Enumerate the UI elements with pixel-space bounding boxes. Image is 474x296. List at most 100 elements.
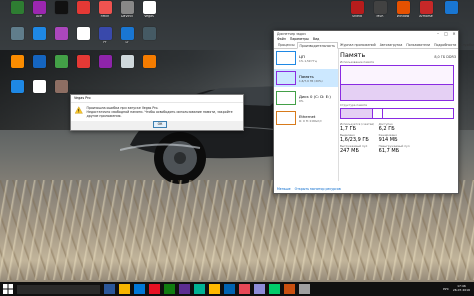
desktop-shortcut-label: Lr (125, 41, 129, 44)
tm-tab[interactable]: Службы (458, 42, 474, 48)
app-icon (54, 80, 68, 93)
app-icon (76, 27, 90, 40)
tm-tab[interactable]: Подробности (432, 42, 458, 48)
fewer-details-link[interactable]: Меньше (277, 187, 291, 191)
desktop-shortcut[interactable] (50, 1, 72, 27)
lang-indicator[interactable]: РУС (443, 287, 449, 291)
memory-stat (417, 144, 456, 154)
desktop-shortcut[interactable] (138, 55, 160, 81)
taskbar-app-icon[interactable] (269, 284, 280, 294)
taskbar-app-icon[interactable] (104, 284, 115, 294)
tm-tab[interactable]: Процессы (276, 42, 297, 48)
close-button[interactable]: × (450, 31, 458, 37)
taskbar-app-icon[interactable] (224, 284, 235, 294)
app-icon (10, 1, 24, 14)
desktop-shortcut[interactable] (72, 27, 94, 53)
desktop-shortcut[interactable] (6, 1, 28, 27)
desktop-shortcut[interactable]: Vegas (138, 1, 160, 27)
memory-panel: Память 8,0 ГБ DDR3 Использование памяти … (340, 49, 456, 181)
resource-value: О: 0 П: 0 Кбит/с (299, 118, 322, 123)
app-icon (54, 1, 68, 14)
desktop-shortcut[interactable] (440, 1, 462, 27)
memory-stat: Невыгружаемый пул 61,7 МБ (379, 144, 418, 154)
resource-value: 0% (299, 98, 304, 103)
resource-item[interactable]: Память 1,6/7,9 ГБ (20%) (274, 69, 338, 87)
app-icon (32, 55, 46, 68)
memory-stat: Доступно 6,2 ГБ (379, 122, 418, 132)
app-icon (10, 80, 24, 93)
app-icon (76, 1, 90, 14)
app-icon (120, 1, 134, 14)
tm-tab[interactable]: Пользователи (404, 42, 432, 48)
app-icon (120, 27, 134, 40)
desktop-shortcut[interactable] (50, 27, 72, 53)
clock[interactable]: 17:46 26.07.2016 (453, 285, 470, 292)
search-box[interactable] (17, 284, 100, 294)
taskbar-app-icon[interactable] (194, 284, 205, 294)
desktop-shortcut-label: Armorse (419, 15, 433, 18)
task-manager-window: Диспетчер задач – □ × Файл Параметры Вид П… (273, 30, 474, 194)
desktop-shortcut[interactable] (50, 55, 72, 81)
tm-tab[interactable]: Журнал приложений (338, 42, 378, 48)
desktop-shortcut[interactable]: Fetch (94, 1, 116, 27)
desktop-shortcut-label: Vegas (144, 15, 154, 18)
desktop-shortcut[interactable] (138, 27, 160, 53)
warning-icon (75, 106, 83, 114)
desktop-shortcut[interactable] (28, 55, 50, 81)
wallpaper-grass (0, 180, 474, 280)
desktop-shortcut[interactable] (50, 80, 72, 106)
resource-thumbnail (276, 71, 296, 85)
desktop-shortcut[interactable] (94, 55, 116, 81)
app-icon (32, 27, 46, 40)
tm-tab[interactable]: Производительность (296, 42, 339, 49)
taskbar-app-icon[interactable] (284, 284, 295, 294)
desktop-shortcut[interactable] (116, 55, 138, 81)
resource-thumbnail (276, 91, 296, 105)
desktop-shortcut[interactable]: MSR (369, 1, 391, 27)
memory-usage-graph (340, 65, 454, 101)
ok-button[interactable]: ОК (153, 121, 167, 128)
desktop-shortcut[interactable] (6, 80, 28, 106)
open-resource-monitor-link[interactable]: Открыть монитор ресурсов (295, 187, 341, 191)
desktop-shortcut[interactable] (6, 27, 28, 53)
taskbar-app-icon[interactable] (134, 284, 145, 294)
taskbar-app-icon[interactable] (119, 284, 130, 294)
memory-composition-bar (340, 108, 454, 119)
resource-item[interactable]: Ethernet О: 0 П: 0 Кбит/с (274, 109, 338, 127)
clock-date: 26.07.2016 (452, 288, 470, 292)
desktop-shortcut[interactable]: Lr (116, 27, 138, 53)
taskbar-app-icon[interactable] (239, 284, 250, 294)
desktop-shortcut[interactable] (28, 27, 50, 53)
desktop-shortcut[interactable]: DaVinci (116, 1, 138, 27)
resource-item[interactable]: Диск 0 (C: D: E:) 0% (274, 89, 338, 107)
desktop-shortcut[interactable] (72, 1, 94, 27)
desktop-shortcut[interactable] (6, 55, 28, 81)
dialog-footer: ОК (71, 121, 243, 130)
taskbar-app-icon[interactable] (299, 284, 310, 294)
start-icon[interactable] (3, 284, 13, 294)
desktop-shortcut[interactable]: Armorse (415, 1, 437, 27)
memory-stat: Выгружаемый пул 247 МБ (340, 144, 379, 154)
resource-item[interactable]: ЦП 1% 1,59 ГГц (274, 49, 338, 67)
memory-stat-value: 247 МБ (340, 148, 359, 154)
desktop-shortcut[interactable]: Shield (346, 1, 368, 27)
desktop-shortcut[interactable] (72, 55, 94, 81)
desktop-shortcut[interactable]: Window (392, 1, 414, 27)
app-icon (10, 55, 24, 68)
taskbar-app-icon[interactable] (209, 284, 220, 294)
taskbar-app-icon[interactable] (149, 284, 160, 294)
app-icon (142, 27, 156, 40)
desktop-shortcut[interactable]: Pr (94, 27, 116, 53)
app-icon (54, 55, 68, 68)
taskbar-app-icon[interactable] (254, 284, 265, 294)
taskbar-app-icon[interactable] (179, 284, 190, 294)
maximize-button[interactable]: □ (442, 31, 450, 37)
composition-label: Структура памяти (340, 103, 368, 107)
memory-stat: Выделено 1,6/23,9 ГБ (340, 133, 379, 143)
minimize-button[interactable]: – (434, 31, 442, 37)
desktop-shortcut[interactable] (28, 80, 50, 106)
desktop-shortcut[interactable]: Ace (28, 1, 50, 27)
app-icon (54, 27, 68, 40)
tm-tab[interactable]: Автозагрузка (378, 42, 405, 48)
taskbar-app-icon[interactable] (164, 284, 175, 294)
